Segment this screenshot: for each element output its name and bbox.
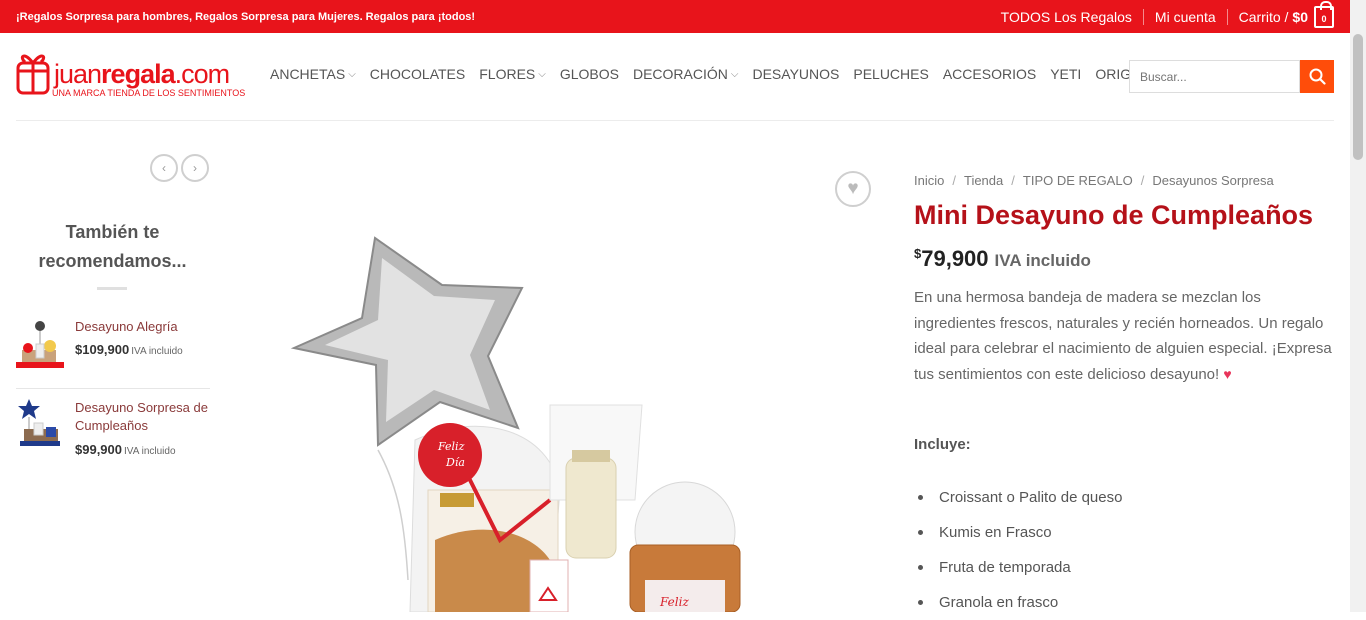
recommend-title: También te recomendamos... — [38, 222, 187, 271]
nav-item-label: CHOCOLATES — [369, 66, 466, 82]
cart-bag-icon[interactable]: 0 — [1314, 0, 1334, 28]
includes-item: Granola en frasco — [914, 585, 1334, 620]
nav-item-label: DESAYUNOS — [752, 66, 840, 82]
nav-item-label: YETI — [1050, 66, 1082, 82]
chevron-down-icon: ⌵ — [348, 68, 356, 80]
site-header: juanregala.com UNA MARCA TIENDA DE LOS S… — [16, 33, 1334, 121]
next-arrow-icon[interactable]: › — [181, 154, 209, 182]
nav-item-globos[interactable]: GLOBOS — [560, 66, 619, 82]
nav-item-desayunos[interactable]: DESAYUNOS — [752, 66, 839, 82]
product-title: Mini Desayuno de Cumpleaños — [914, 200, 1314, 230]
nav-item-peluches[interactable]: PELUCHES — [853, 66, 928, 82]
cart-count: 0 — [1321, 13, 1327, 24]
logo-tagline: UNA MARCA TIENDA DE LOS SENTIMIENTOS — [52, 88, 246, 98]
account-link[interactable]: Mi cuenta — [1155, 9, 1216, 25]
nav-item-label: PELUCHES — [853, 66, 929, 82]
breadcrumb-separator: / — [952, 173, 956, 188]
divider — [97, 287, 127, 290]
main-nav: ANCHETAS ⌵ CHOCOLATES FLORES ⌵ GLOBOS DECORACI… — [270, 66, 1173, 82]
breadcrumb: Inicio / Tienda / TIPO DE REGALO / Desay… — [914, 173, 1274, 188]
nav-item-chocolates[interactable]: CHOCOLATES — [370, 66, 465, 82]
heart-wishlist-icon[interactable]: ♥ — [835, 171, 871, 207]
prev-arrow-icon[interactable]: ‹ — [150, 154, 178, 182]
product-price: $ 79,900 IVA incluido — [914, 246, 1091, 272]
cart-label[interactable]: Carrito / — [1239, 9, 1289, 25]
breadcrumb-separator: / — [1011, 173, 1015, 188]
recommend-item-name[interactable]: Desayuno Alegría — [75, 318, 210, 336]
product-thumbnail — [18, 399, 60, 446]
product-thumbnail — [16, 321, 64, 368]
site-logo[interactable]: juanregala.com UNA MARCA TIENDA DE LOS S… — [16, 47, 245, 103]
price-amount: 79,900 — [921, 246, 989, 271]
svg-text:Día: Día — [445, 456, 465, 469]
svg-text:Feliz: Feliz — [659, 595, 689, 609]
heart-emoji-icon: ♥ — [1223, 365, 1232, 382]
breadcrumb-category[interactable]: Desayunos Sorpresa — [1152, 173, 1273, 188]
breadcrumb-separator: / — [1140, 173, 1145, 188]
recommend-item[interactable]: Desayuno Sorpresa de Cumpleaños $99,900 I… — [16, 399, 210, 471]
divider — [1142, 8, 1144, 25]
nav-item-label: ANCHETAS — [270, 66, 346, 82]
divider — [1226, 8, 1228, 25]
currency-symbol: $ — [914, 246, 922, 261]
includes-item: Kumis en Frasco — [914, 515, 1334, 550]
recommend-item-name[interactable]: Desayuno Sorpresa de Cumpleaños — [75, 399, 210, 435]
scrollbar-thumb[interactable] — [1353, 34, 1363, 160]
product-description: En una hermosa bandeja de madera se mezc… — [914, 289, 1332, 383]
divider — [16, 388, 210, 389]
recommend-item-price: $99,900 IVA incluido — [75, 442, 176, 457]
slider-nav: ‹ › — [150, 154, 209, 182]
nav-item-label: ACCESORIOS — [942, 66, 1037, 82]
includes-heading: Incluye: — [914, 436, 971, 453]
breadcrumb-gift-type[interactable]: TIPO DE REGALO — [1023, 173, 1133, 188]
includes-item: Croissant o Palito de queso — [914, 480, 1334, 515]
nav-item-accesorios[interactable]: ACCESORIOS — [943, 66, 1036, 82]
nav-item-label: GLOBOS — [559, 66, 619, 82]
top-bar-links: TODOS Los Regalos Mi cuenta Carrito / $0… — [1001, 0, 1334, 28]
recommend-item[interactable]: Desayuno Alegría $109,900 IVA incluido — [16, 318, 210, 390]
search-button[interactable] — [1300, 60, 1334, 93]
nav-item-decoracion[interactable]: DECORACIÓN ⌵ — [633, 66, 739, 82]
promo-text: ¡Regalos Sorpresa para hombres, Regalos … — [16, 10, 476, 23]
search-icon — [1309, 68, 1326, 85]
nav-item-yeti[interactable]: YETI — [1050, 66, 1081, 82]
chevron-down-icon: ⌵ — [538, 68, 546, 80]
breadcrumb-shop[interactable]: Tienda — [964, 173, 1003, 188]
nav-item-label: DECORACIÓN — [632, 66, 728, 82]
logo-wordmark: juanregala.com — [54, 59, 230, 89]
gift-logo-icon — [16, 54, 50, 95]
includes-list: Croissant o Palito de queso Kumis en Fras… — [914, 480, 1334, 620]
chevron-down-icon: ⌵ — [730, 68, 739, 80]
nav-item-label: FLORES — [479, 66, 536, 82]
cart-total[interactable]: $0 — [1292, 9, 1308, 25]
search-input[interactable] — [1129, 60, 1300, 93]
search-form — [1129, 60, 1334, 93]
all-gifts-link[interactable]: TODOS Los Regalos — [1001, 9, 1132, 25]
nav-item-flores[interactable]: FLORES ⌵ — [479, 66, 546, 82]
tax-label: IVA incluido — [994, 251, 1091, 270]
product-image[interactable]: Feliz Día Feliz — [250, 160, 880, 612]
svg-text:Feliz: Feliz — [437, 440, 465, 453]
recommend-item-price: $109,900 IVA incluido — [75, 342, 183, 357]
includes-item: Fruta de temporada — [914, 550, 1334, 585]
nav-item-anchetas[interactable]: ANCHETAS ⌵ — [270, 66, 356, 82]
page-scrollbar[interactable] — [1350, 0, 1366, 612]
breadcrumb-home[interactable]: Inicio — [914, 173, 944, 188]
top-bar: ¡Regalos Sorpresa para hombres, Regalos … — [0, 0, 1350, 33]
